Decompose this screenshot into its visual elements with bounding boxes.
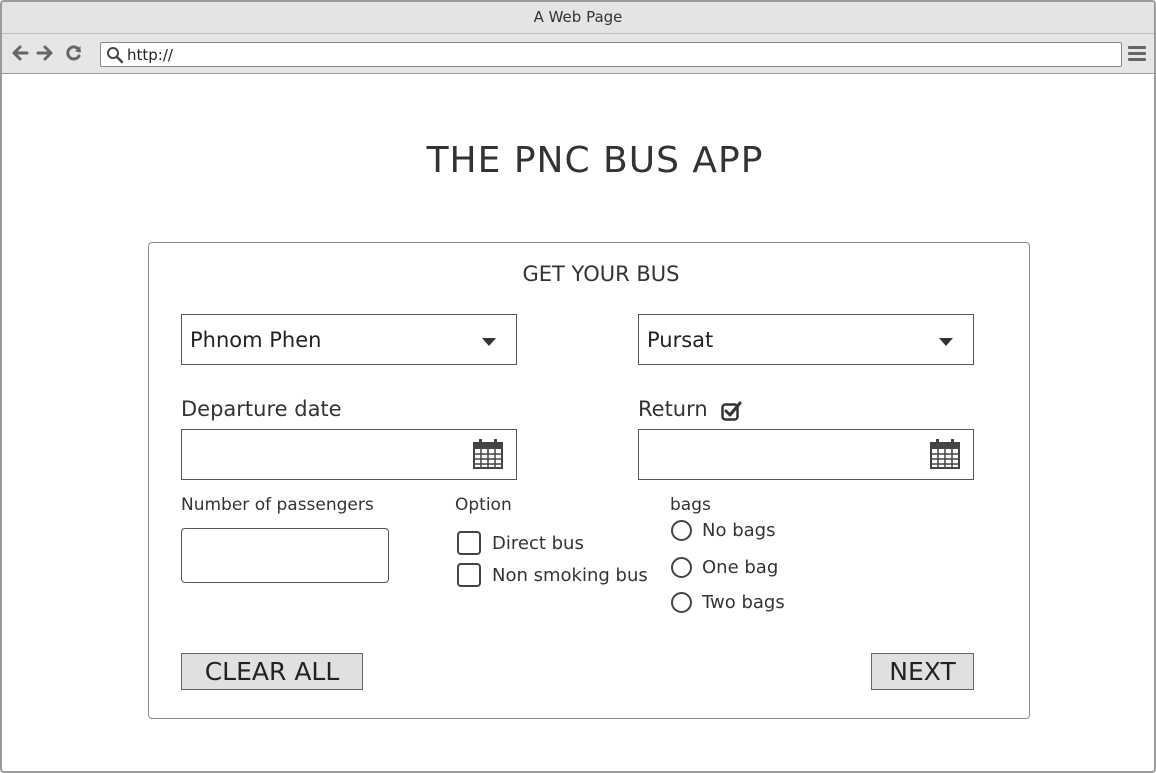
return-date-input[interactable] xyxy=(638,429,974,480)
bags-label: bags xyxy=(670,495,711,515)
url-text: http:// xyxy=(127,46,173,64)
bag-option-none[interactable]: No bags xyxy=(671,520,775,541)
passengers-label: Number of passengers xyxy=(181,495,374,515)
non-smoking-bus-checkbox[interactable] xyxy=(457,563,481,587)
destination-city-value: Pursat xyxy=(647,328,714,352)
booking-form-panel: GET YOUR BUS Phnom Phen Pursat Departure… xyxy=(148,242,1030,719)
chevron-down-icon xyxy=(939,338,953,346)
departure-date-label: Departure date xyxy=(181,397,342,421)
return-checkbox-checked-icon[interactable] xyxy=(721,400,742,421)
departure-city-select[interactable]: Phnom Phen xyxy=(181,314,517,365)
form-title: GET YOUR BUS xyxy=(522,262,680,286)
option-direct-bus[interactable]: Direct bus xyxy=(457,531,584,555)
destination-city-select[interactable]: Pursat xyxy=(638,314,974,365)
option-non-smoking-bus[interactable]: Non smoking bus xyxy=(457,563,648,587)
passengers-input[interactable] xyxy=(181,528,389,583)
one-bag-radio[interactable] xyxy=(671,557,692,578)
search-icon xyxy=(106,46,124,64)
browser-window: A Web Page http:// THE PNC BUS APP GET Y… xyxy=(0,0,1156,773)
departure-date-input[interactable] xyxy=(181,429,517,480)
departure-city-value: Phnom Phen xyxy=(190,328,322,352)
forward-arrow-icon[interactable] xyxy=(35,43,55,63)
return-label: Return xyxy=(638,397,708,421)
hamburger-menu-icon[interactable] xyxy=(1128,46,1146,62)
no-bags-radio[interactable] xyxy=(671,520,692,541)
two-bags-label: Two bags xyxy=(702,592,785,613)
direct-bus-checkbox[interactable] xyxy=(457,531,481,555)
non-smoking-bus-label: Non smoking bus xyxy=(492,564,648,586)
no-bags-label: No bags xyxy=(702,520,776,541)
bag-option-two[interactable]: Two bags xyxy=(671,592,785,613)
address-bar[interactable]: http:// xyxy=(100,42,1122,67)
one-bag-label: One bag xyxy=(702,557,779,578)
reload-icon[interactable] xyxy=(64,43,84,63)
bag-option-one[interactable]: One bag xyxy=(671,557,778,578)
calendar-icon[interactable] xyxy=(930,439,960,469)
chevron-down-icon xyxy=(482,338,496,346)
option-label: Option xyxy=(455,495,512,515)
window-title: A Web Page xyxy=(2,2,1154,34)
next-button[interactable]: NEXT xyxy=(871,653,974,690)
app-title: THE PNC BUS APP xyxy=(426,140,764,181)
back-arrow-icon[interactable] xyxy=(10,43,30,63)
direct-bus-label: Direct bus xyxy=(492,532,584,554)
two-bags-radio[interactable] xyxy=(671,592,692,613)
clear-all-button[interactable]: CLEAR ALL xyxy=(181,653,363,690)
calendar-icon[interactable] xyxy=(473,439,503,469)
browser-toolbar: http:// xyxy=(2,34,1154,74)
